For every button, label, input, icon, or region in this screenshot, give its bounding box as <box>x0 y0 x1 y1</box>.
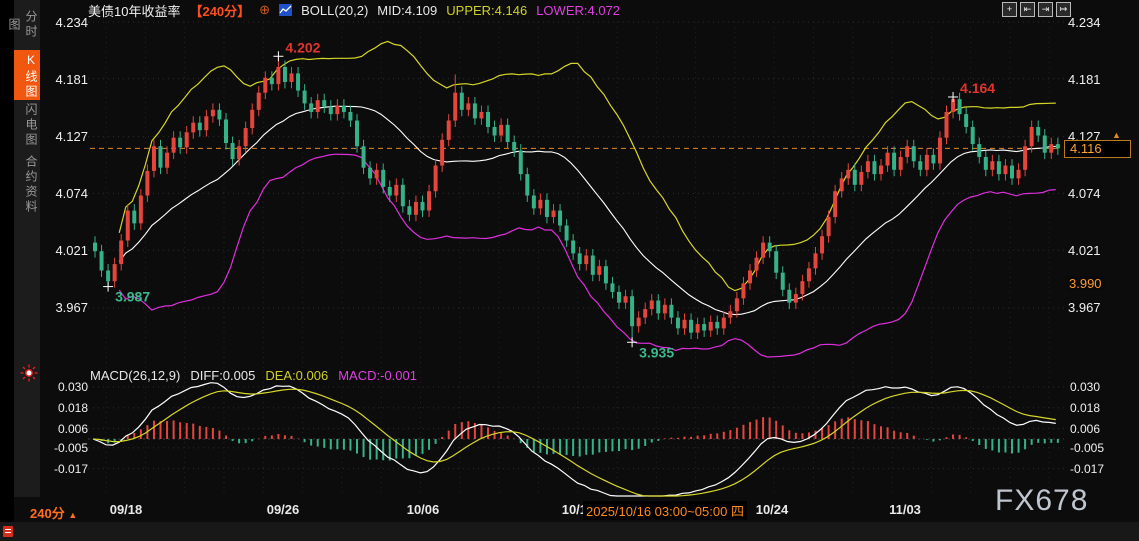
crosshair-icon[interactable]: + <box>1002 2 1017 17</box>
pan-right-icon[interactable]: ↦ <box>1056 2 1071 17</box>
macd-axis-label-left: -0.005 <box>50 441 88 455</box>
y-axis-label-right: 4.021 <box>1068 243 1101 258</box>
line-chart-icon <box>279 4 292 16</box>
macd-axis-label-left: -0.017 <box>50 462 88 476</box>
y-axis-label-left: 3.967 <box>52 300 88 315</box>
extreme-price-label: 4.164 <box>960 80 995 96</box>
chart-tool-icons: + ⇤ ⇥ ↦ <box>1002 2 1071 17</box>
prev-close-badge: 3.990 <box>1066 276 1105 291</box>
x-axis-label: 09/26 <box>267 502 300 517</box>
y-axis-label-left: 4.021 <box>52 243 88 258</box>
layout-grid-icon[interactable] <box>3 526 13 537</box>
macd-axis-label-right: 0.018 <box>1070 401 1100 415</box>
y-axis-label-right: 4.074 <box>1068 186 1101 201</box>
x-axis-label: 10/06 <box>407 502 440 517</box>
y-axis-label-left: 4.181 <box>52 72 88 87</box>
boll-mid-value: MID:4.109 <box>377 3 437 18</box>
crosshair-date-tooltip: 2025/10/16 03:00~05:00 四 <box>583 501 747 520</box>
instrument-title: 美债10年收益率 <box>88 1 180 20</box>
zoom-out-horizontal-icon[interactable]: ⇥ <box>1038 2 1053 17</box>
chart-header: 美债10年收益率 【240分】 ⊕ BOLL(20,2) MID:4.109 U… <box>88 1 620 19</box>
extreme-price-label: 4.202 <box>285 39 320 55</box>
zoom-in-horizontal-icon[interactable]: ⇤ <box>1020 2 1035 17</box>
macd-header: MACD(26,12,9) DIFF:0.005 DEA:0.006 MACD:… <box>90 368 417 383</box>
macd-axis-label-right: -0.017 <box>1070 462 1104 476</box>
price-annotations: 3.987 4.202 3.935 4.164 <box>103 39 995 360</box>
x-axis-label: 10/24 <box>756 502 789 517</box>
y-axis-label-left: 4.127 <box>52 129 88 144</box>
macd-indicator-label: MACD(26,12,9) <box>90 368 180 383</box>
chart-application: 3.9874.2023.9354.164 分时图 K线图 闪电图 合约资料 美债… <box>0 0 1139 541</box>
plus-circle-icon[interactable]: ⊕ <box>259 2 270 18</box>
current-price-badge: 4.116 <box>1064 140 1131 158</box>
indicator-toolbar <box>0 522 1139 541</box>
macd-dea-value: DEA:0.006 <box>265 368 328 383</box>
macd-axis-label-left: 0.030 <box>50 380 88 394</box>
x-axis-label: 11/03 <box>889 502 921 517</box>
x-axis-label: 09/18 <box>110 502 143 517</box>
y-axis-label-right: 3.967 <box>1068 300 1101 315</box>
boll-upper-value: UPPER:4.146 <box>446 3 527 18</box>
extreme-price-label: 3.987 <box>115 289 150 305</box>
macd-axis-label-right: -0.005 <box>1070 441 1104 455</box>
bollinger-bands <box>119 41 1056 357</box>
macd-axis-label-right: 0.030 <box>1070 380 1100 394</box>
boll-lower-value: LOWER:4.072 <box>536 3 620 18</box>
price-marker-icon: ▲ <box>1112 130 1121 140</box>
watermark: FX678 <box>995 484 1088 518</box>
macd-axis-label-right: 0.006 <box>1070 422 1100 436</box>
indicator-settings-icon[interactable] <box>20 364 38 382</box>
macd-axis-label-left: 0.018 <box>50 401 88 415</box>
y-axis-label-left: 4.074 <box>52 186 88 201</box>
chart-canvas[interactable]: 3.987 4.202 3.935 4.164 <box>0 0 1139 541</box>
boll-indicator-label: BOLL(20,2) <box>301 3 368 18</box>
y-axis-label-right: 4.181 <box>1068 72 1101 87</box>
macd-axis-label-left: 0.006 <box>50 422 88 436</box>
period-tag[interactable]: 【240分】 <box>189 1 250 20</box>
triangle-up-icon: ▲ <box>68 510 77 520</box>
period-indicator[interactable]: 240分 ▲ <box>30 503 77 522</box>
y-axis-label-left: 4.234 <box>52 15 88 30</box>
extreme-price-label: 3.935 <box>639 344 674 360</box>
macd-diff-value: DIFF:0.005 <box>190 368 255 383</box>
macd-hist-value: MACD:-0.001 <box>338 368 417 383</box>
grid <box>88 22 1064 496</box>
y-axis-label-right: 4.234 <box>1068 15 1101 30</box>
